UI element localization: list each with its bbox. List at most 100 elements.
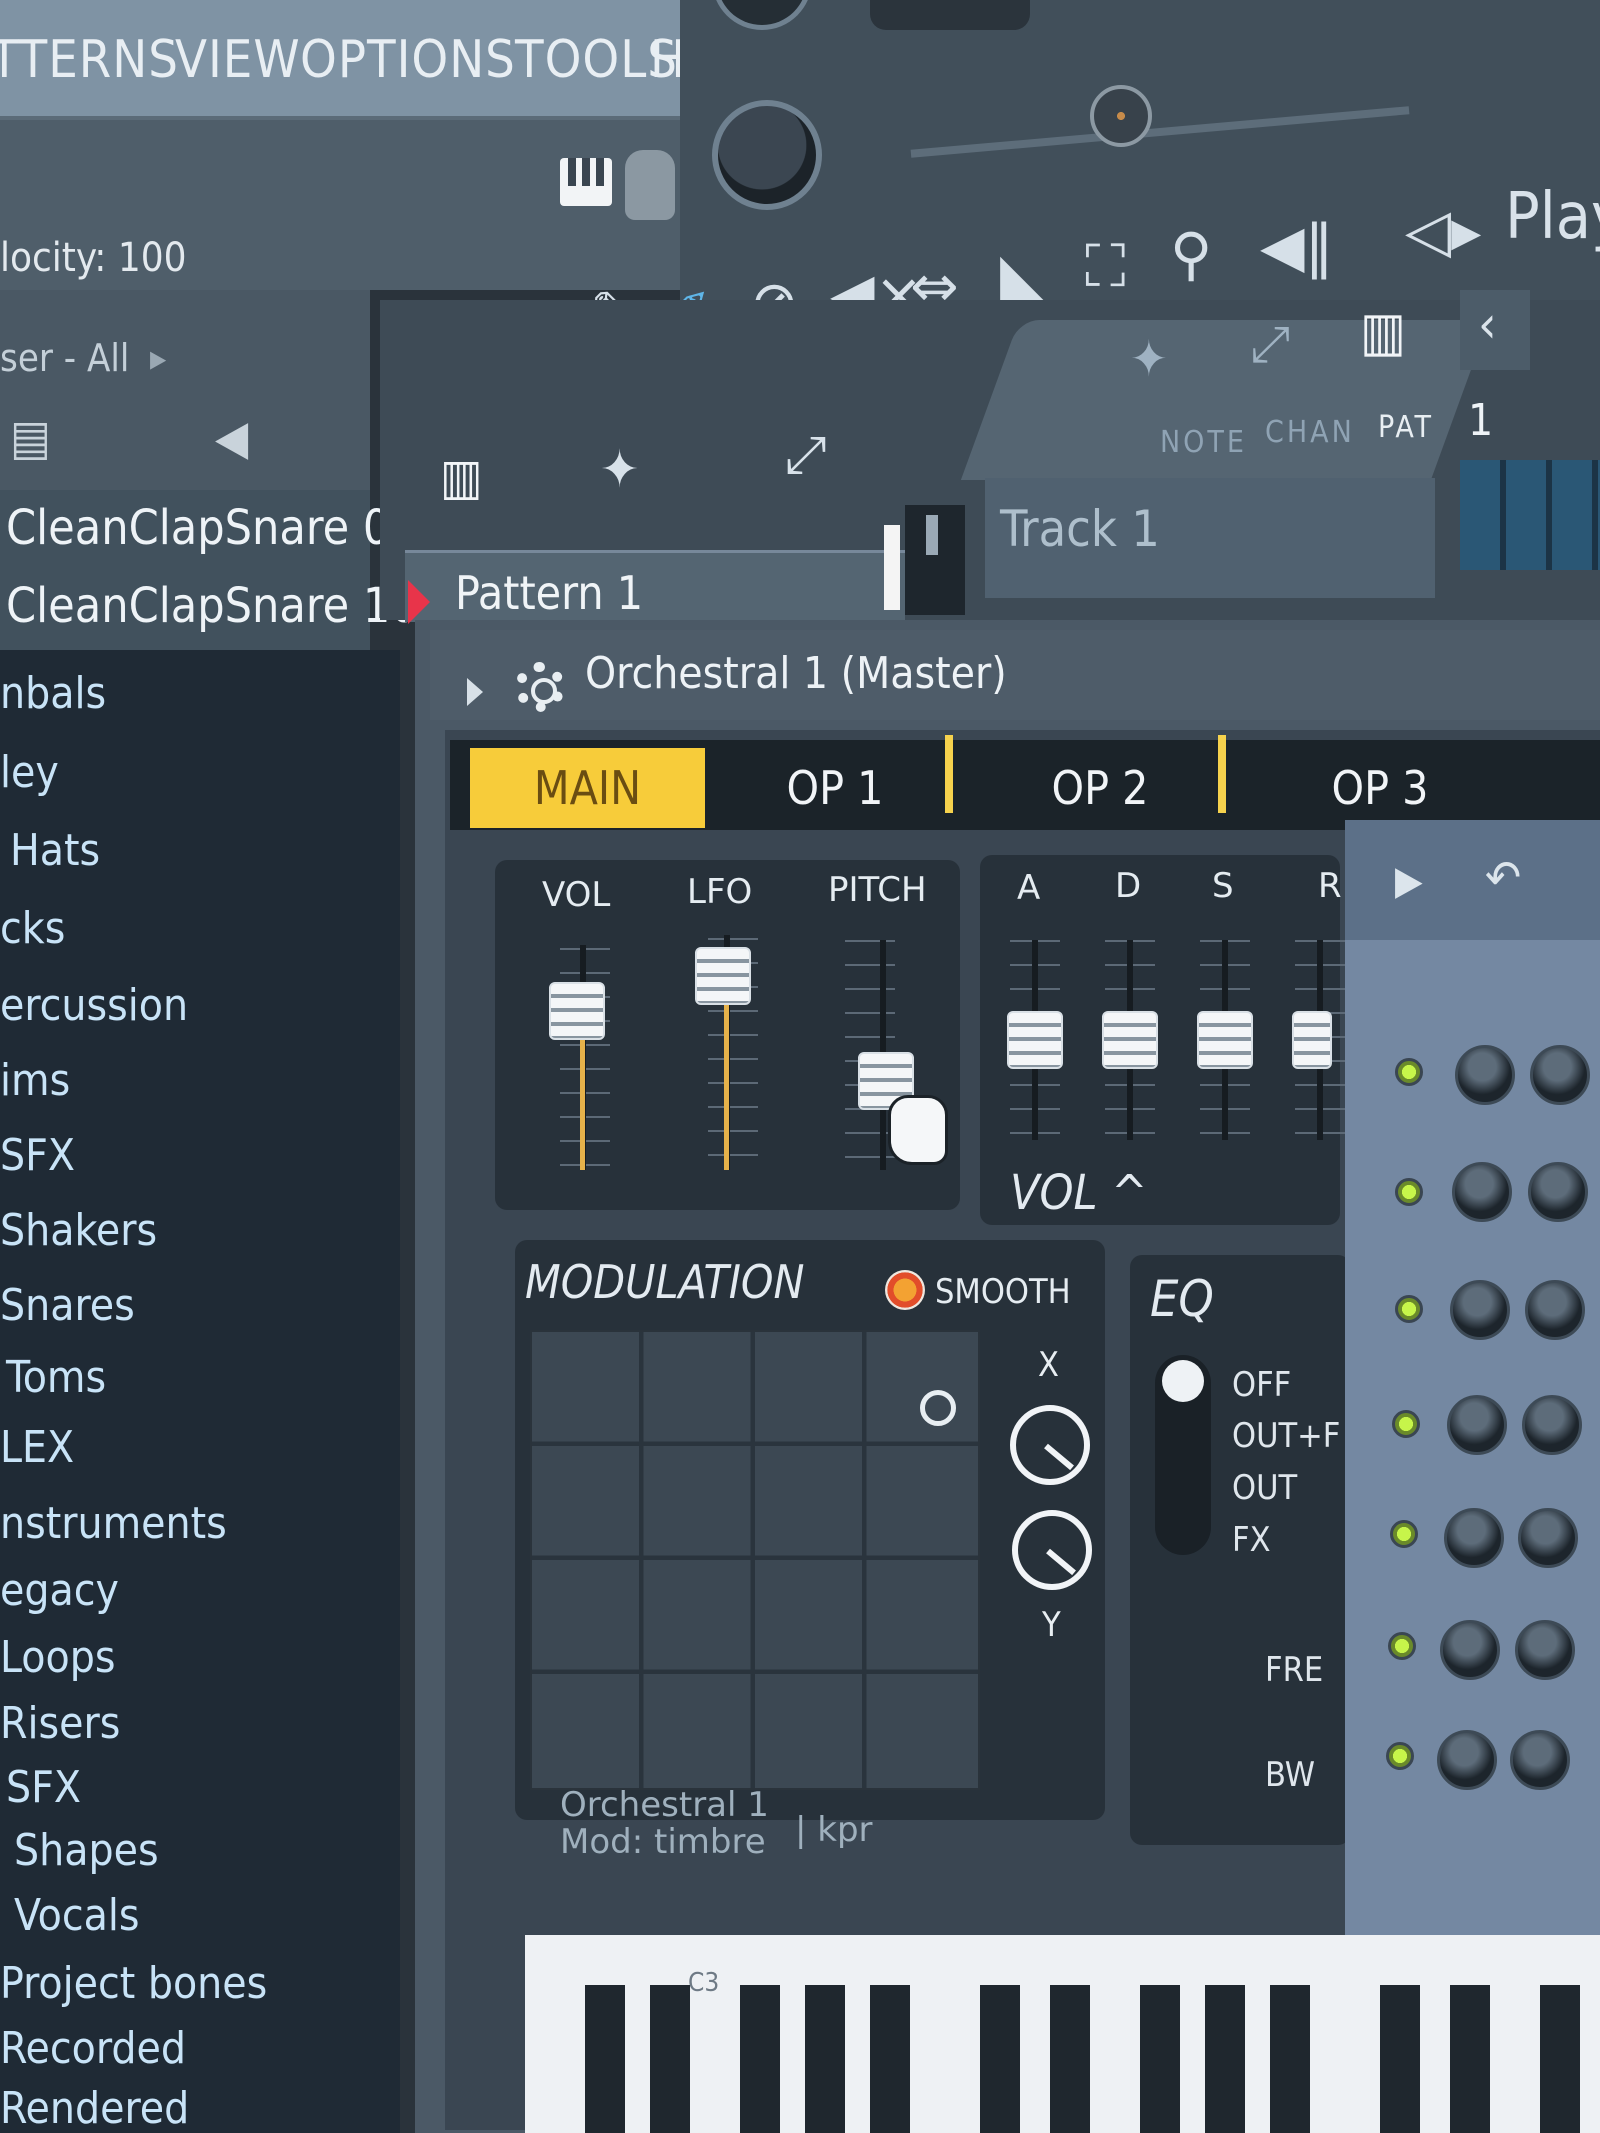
- browser-folder[interactable]: Vocals: [14, 1890, 140, 1941]
- browser-folder[interactable]: Recorded: [0, 2023, 186, 2074]
- operator-knob[interactable]: [1522, 1395, 1582, 1455]
- browser-filter[interactable]: ser - All: [0, 336, 129, 380]
- operator-knob[interactable]: [1530, 1045, 1590, 1105]
- browser-selected-item[interactable]: CleanClapSnare 10: [6, 578, 418, 634]
- tab-op2[interactable]: OP 2: [1000, 748, 1200, 828]
- mode-chan[interactable]: CHAN: [1265, 415, 1355, 450]
- pattern-label[interactable]: Pattern 1: [455, 566, 643, 620]
- operator-led[interactable]: [1395, 1058, 1423, 1086]
- eq-option-out-fx[interactable]: OUT+F: [1232, 1416, 1340, 1456]
- black-key[interactable]: [650, 1985, 690, 2133]
- operator-knob[interactable]: [1518, 1508, 1578, 1568]
- operator-knob[interactable]: [1437, 1730, 1497, 1790]
- browser-folder[interactable]: ims: [0, 1055, 70, 1106]
- operator-knob[interactable]: [1525, 1280, 1585, 1340]
- select-icon[interactable]: ⛶: [1085, 232, 1126, 301]
- menu-patterns[interactable]: TTERNS: [0, 30, 179, 90]
- tab-op1[interactable]: OP 1: [735, 748, 935, 828]
- operator-knob[interactable]: [1528, 1162, 1588, 1222]
- browser-selected-item[interactable]: CleanClapSnare 09: [6, 500, 418, 556]
- operator-led[interactable]: [1395, 1178, 1423, 1206]
- menu-view[interactable]: VIEW: [175, 30, 301, 90]
- speaker-icon[interactable]: ◁▸: [1405, 196, 1481, 266]
- piano-roll-icon[interactable]: ▥: [440, 448, 483, 506]
- undo-icon[interactable]: ↶: [1485, 850, 1521, 906]
- attack-fader-handle[interactable]: [1007, 1011, 1063, 1069]
- operator-knob[interactable]: [1510, 1730, 1570, 1790]
- operator-knob[interactable]: [1447, 1395, 1507, 1455]
- black-key[interactable]: [585, 1985, 625, 2133]
- black-key[interactable]: [1140, 1985, 1180, 2133]
- operator-led[interactable]: [1386, 1742, 1414, 1770]
- operator-knob[interactable]: [1455, 1045, 1515, 1105]
- browser-folder[interactable]: Toms: [6, 1352, 106, 1403]
- eq-option-off[interactable]: OFF: [1232, 1365, 1291, 1405]
- black-key[interactable]: [1540, 1985, 1580, 2133]
- browser-folder[interactable]: Snares: [0, 1280, 135, 1331]
- eq-mode-switch-handle[interactable]: [1162, 1360, 1204, 1402]
- envelope-target[interactable]: VOL ^: [1010, 1165, 1147, 1221]
- browser-folder[interactable]: LEX: [0, 1422, 74, 1473]
- audio-wave-icon[interactable]: ✦: [600, 440, 639, 500]
- operator-led[interactable]: [1392, 1410, 1420, 1438]
- black-key[interactable]: [805, 1985, 845, 2133]
- play-icon[interactable]: ▶: [1395, 858, 1423, 904]
- black-key[interactable]: [980, 1985, 1020, 2133]
- tab-main[interactable]: MAIN: [470, 748, 705, 828]
- black-key[interactable]: [740, 1985, 780, 2133]
- pattern-scroll-handle[interactable]: [926, 515, 938, 555]
- mode-pat[interactable]: PAT: [1378, 410, 1434, 445]
- track-label[interactable]: Track 1: [1000, 500, 1160, 558]
- browser-filter-arrow-icon[interactable]: ▸: [150, 338, 166, 379]
- x-knob[interactable]: [1010, 1405, 1090, 1485]
- tab-op3[interactable]: OP 3: [1280, 748, 1480, 828]
- sustain-fader-handle[interactable]: [1197, 1011, 1253, 1069]
- black-key[interactable]: [1050, 1985, 1090, 2133]
- browser-folder[interactable]: SFX: [0, 1130, 75, 1181]
- smooth-toggle[interactable]: [885, 1270, 925, 1310]
- black-key[interactable]: [1205, 1985, 1245, 2133]
- xy-cursor-point[interactable]: [920, 1390, 956, 1426]
- y-knob[interactable]: [1012, 1510, 1092, 1590]
- plugin-menu-arrow-icon[interactable]: [467, 678, 483, 706]
- browser-folder[interactable]: nbals: [0, 668, 106, 719]
- black-key[interactable]: [1380, 1985, 1420, 2133]
- black-key[interactable]: [1270, 1985, 1310, 2133]
- file-icon[interactable]: ▤: [10, 410, 51, 466]
- hand-icon[interactable]: [625, 150, 675, 220]
- gear-icon[interactable]: [515, 662, 565, 712]
- operator-knob[interactable]: [1515, 1620, 1575, 1680]
- zoom-icon[interactable]: ⚲: [1170, 220, 1212, 288]
- browser-folder[interactable]: ercussion: [0, 980, 188, 1031]
- browser-folder[interactable]: Risers: [0, 1698, 120, 1749]
- chevron-left-icon[interactable]: ‹: [1478, 295, 1497, 355]
- operator-led[interactable]: [1395, 1295, 1423, 1323]
- automation-icon[interactable]: ⤢: [785, 425, 827, 486]
- master-pitch-knob[interactable]: [712, 100, 822, 210]
- black-key[interactable]: [1450, 1985, 1490, 2133]
- operator-led[interactable]: [1390, 1520, 1418, 1548]
- xy-modulation-pad[interactable]: [530, 1330, 980, 1790]
- eq-option-out[interactable]: OUT: [1232, 1468, 1297, 1508]
- step-buttons[interactable]: [1460, 460, 1600, 570]
- operator-knob[interactable]: [1440, 1620, 1500, 1680]
- browser-folder[interactable]: ley: [0, 747, 59, 798]
- pat-piano-icon[interactable]: ▥: [1360, 300, 1406, 363]
- note-wave-icon[interactable]: ✦: [1130, 330, 1168, 388]
- piano-icon[interactable]: [560, 158, 612, 206]
- browser-folder[interactable]: Rendered: [0, 2083, 189, 2133]
- browser-folder[interactable]: SFX: [6, 1762, 81, 1813]
- release-fader-handle[interactable]: [1292, 1011, 1332, 1069]
- menu-options[interactable]: OPTIONS: [300, 30, 516, 90]
- speaker-icon[interactable]: ◀: [215, 410, 248, 466]
- operator-led[interactable]: [1388, 1632, 1416, 1660]
- browser-folder[interactable]: Project bones: [0, 1958, 267, 2009]
- browser-folder[interactable]: Shakers: [0, 1205, 157, 1256]
- slice-icon[interactable]: ◣: [1000, 240, 1045, 308]
- browser-folder[interactable]: egacy: [0, 1565, 119, 1616]
- mode-note[interactable]: NOTE: [1160, 425, 1247, 460]
- master-volume-slider-handle[interactable]: [1090, 85, 1152, 147]
- playback-icon[interactable]: ◀‖: [1260, 212, 1334, 280]
- operator-knob[interactable]: [1444, 1508, 1504, 1568]
- operator-knob[interactable]: [1452, 1162, 1512, 1222]
